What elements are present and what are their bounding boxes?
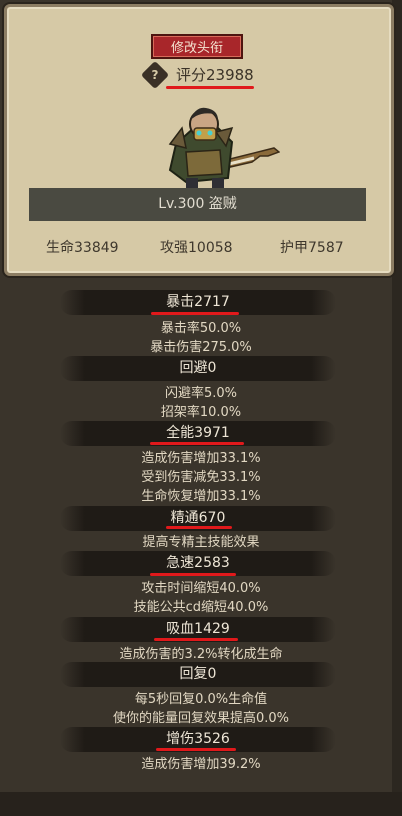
damage-bonus-line: 造成伤害增加39.2% [141,757,261,772]
lifesteal-underline [154,638,238,641]
mastery-underline [166,526,232,529]
help-icon[interactable]: ? [140,60,170,90]
versatility-underline [150,442,244,445]
versatility-damage-line: 造成伤害增加33.1% [141,451,261,466]
haste-attack-line: 攻击时间缩短40.0% [141,581,261,596]
versatility-heal-line: 生命恢复增加33.1% [141,489,261,504]
bottom-bar [0,792,402,816]
stat-evade-title: 回避0 [60,356,336,381]
level-class-bar: Lv.300 盗贼 [29,188,366,221]
damage-bonus-underline [156,748,236,751]
regen-energy-line: 使你的能量回复效果提高0.0% [112,711,290,726]
armor-stat: 护甲7587 [280,240,344,256]
haste-gcd-line: 技能公共cd缩短40.0% [133,600,269,615]
stat-regen-title: 回复0 [60,662,336,687]
hp-stat: 生命33849 [46,240,119,256]
lifesteal-line: 造成伤害的3.2%转化成生命 [119,647,283,662]
crit-rate-line: 暴击率50.0% [160,321,242,336]
dodge-line: 闪避率5.0% [164,386,238,401]
haste-underline [150,573,236,576]
attack-stat: 攻强10058 [160,240,233,256]
character-avatar [168,107,280,188]
mastery-line: 提高专精主技能效果 [142,535,260,550]
crit-damage-line: 暴击伤害275.0% [150,340,252,355]
edit-title-button[interactable]: 修改头衔 [151,34,243,59]
versatility-reduction-line: 受到伤害减免33.1% [141,470,261,485]
score-underline [166,86,254,89]
score-label: 评分23988 [176,66,254,84]
crit-underline [151,312,239,315]
question-glyph: ? [151,68,159,82]
parry-line: 招架率10.0% [160,405,242,420]
regen-health-line: 每5秒回复0.0%生命值 [134,692,268,707]
